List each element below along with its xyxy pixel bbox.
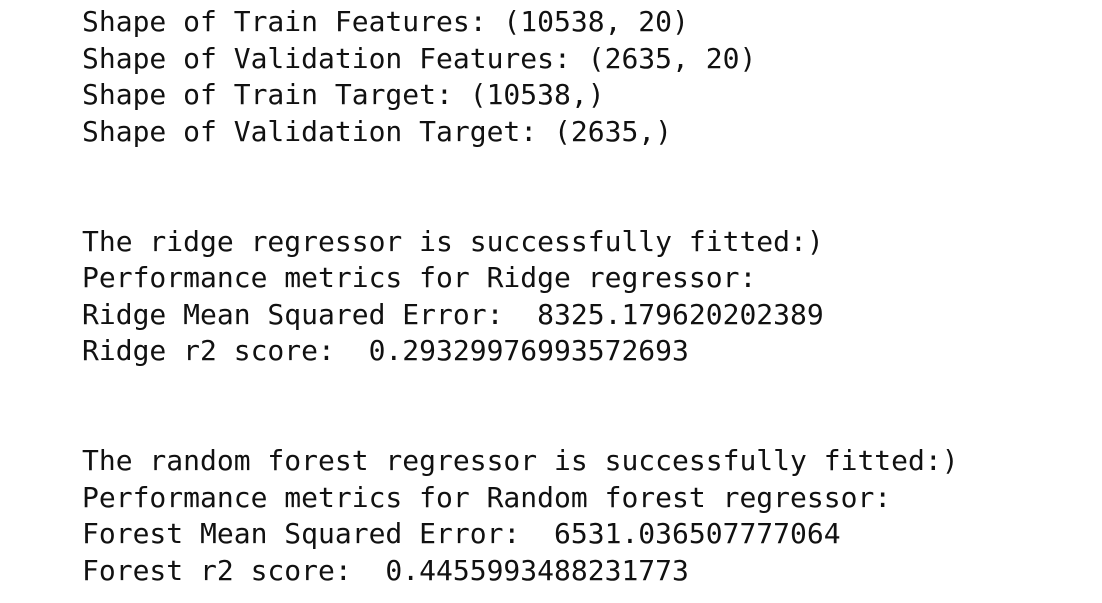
train-target-shape-line: Shape of Train Target: (10538,)	[82, 78, 605, 112]
validation-target-shape-line: Shape of Validation Target: (2635,)	[82, 114, 673, 148]
forest-fitted-line: The random forest regressor is successfu…	[82, 444, 959, 478]
forest-metrics-header-line: Performance metrics for Random forest re…	[82, 480, 892, 514]
console-output: Shape of Train Features: (10538, 20) Sha…	[82, 4, 959, 590]
ridge-mse-line: Ridge Mean Squared Error: 8325.179620202…	[82, 297, 824, 331]
train-features-shape-line: Shape of Train Features: (10538, 20)	[82, 5, 689, 38]
forest-r2-line: Forest r2 score: 0.4455993488231773	[82, 553, 689, 587]
ridge-metrics-header-line: Performance metrics for Ridge regressor:	[82, 261, 757, 295]
ridge-fitted-line: The ridge regressor is successfully fitt…	[82, 224, 824, 258]
ridge-r2-line: Ridge r2 score: 0.29329976993572693	[82, 334, 689, 368]
forest-mse-line: Forest Mean Squared Error: 6531.03650777…	[82, 517, 841, 551]
validation-features-shape-line: Shape of Validation Features: (2635, 20)	[82, 41, 757, 75]
blank-lines	[82, 150, 959, 223]
blank-lines	[82, 370, 959, 443]
